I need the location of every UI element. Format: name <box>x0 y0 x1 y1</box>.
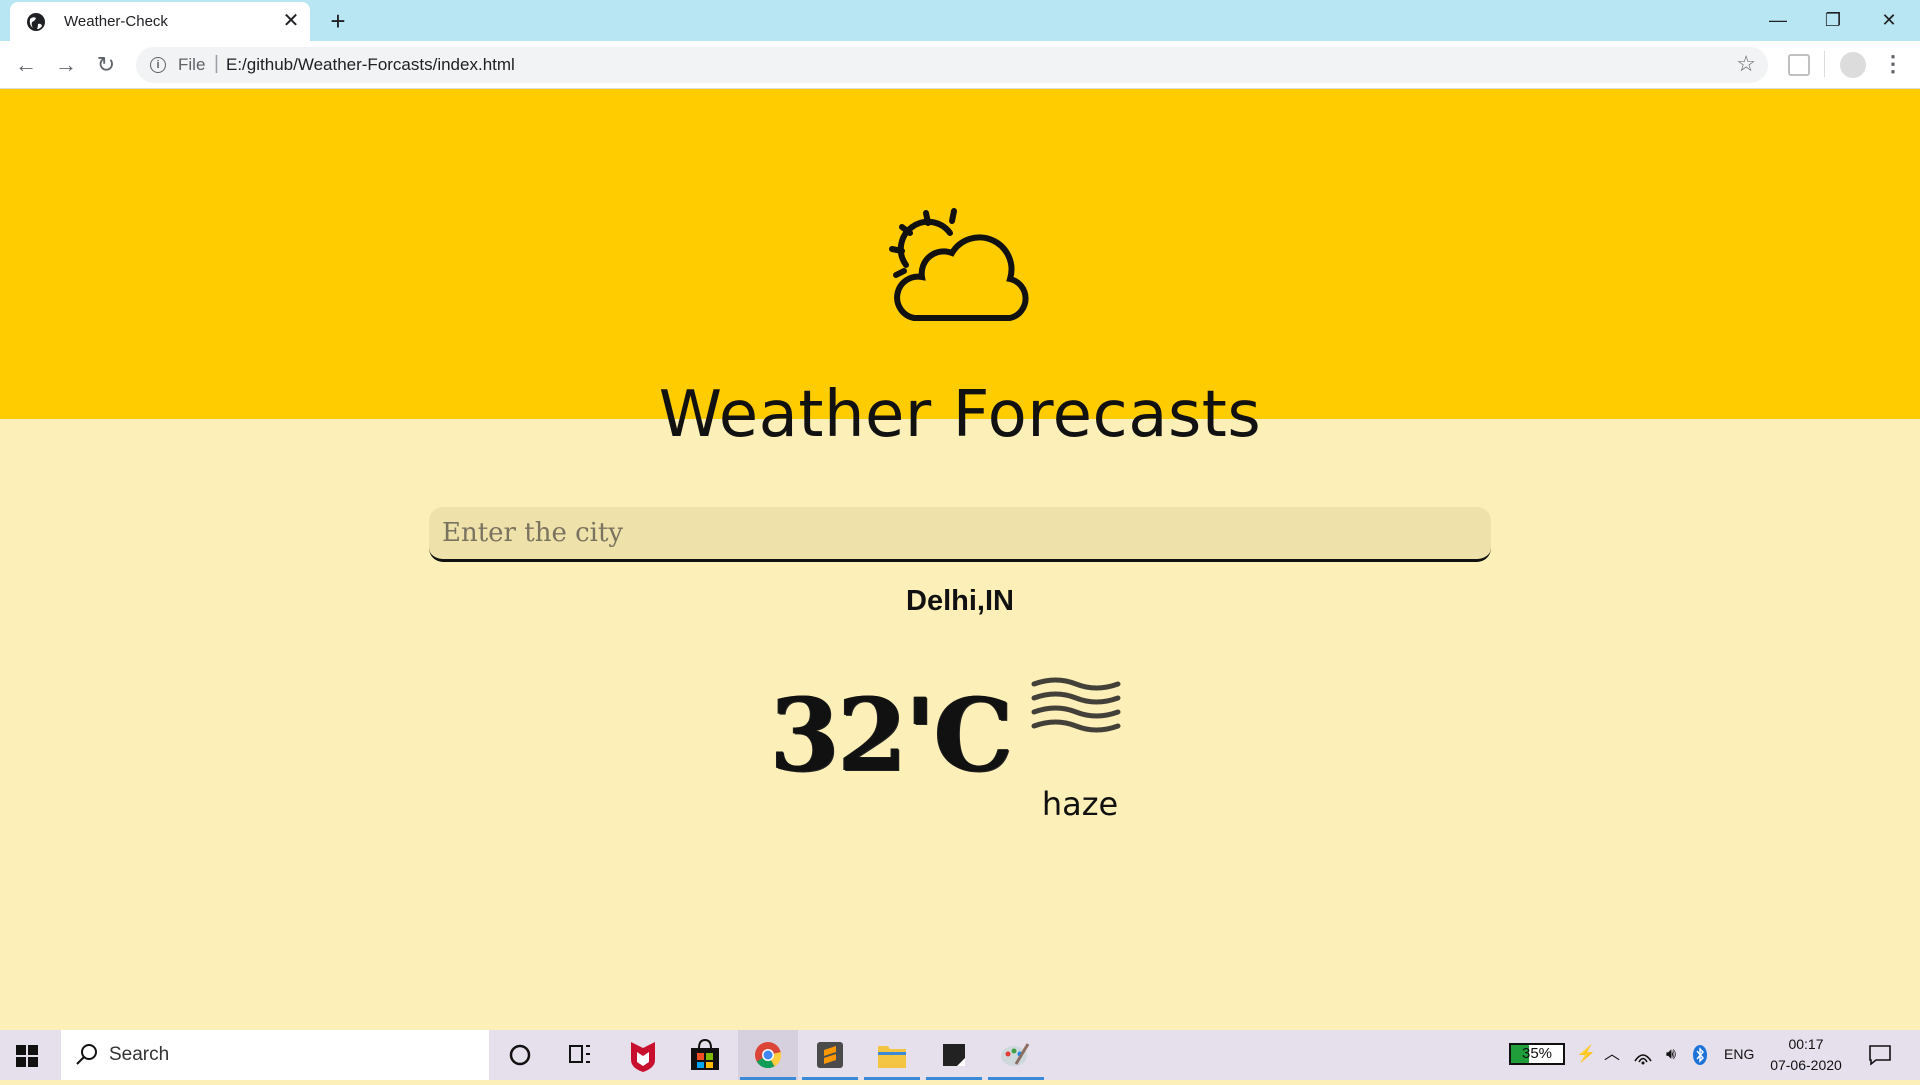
minimize-button[interactable]: — <box>1760 6 1796 34</box>
site-info-icon[interactable]: i <box>150 57 166 73</box>
sun-behind-cloud-icon <box>889 208 1029 321</box>
file-explorer-icon[interactable] <box>862 1030 922 1080</box>
weather-description: haze <box>1041 785 1119 823</box>
tab-title: Weather-Check <box>64 13 168 30</box>
page-title: Weather Forecasts <box>658 378 1262 452</box>
battery-percent-label: 35% <box>1521 1045 1553 1062</box>
wifi-icon[interactable] <box>1632 1044 1654 1066</box>
globe-icon <box>27 13 45 31</box>
action-center-icon[interactable] <box>1868 1044 1892 1066</box>
profile-avatar[interactable] <box>1840 52 1866 78</box>
address-scheme-label: File <box>178 55 206 74</box>
city-search-input[interactable] <box>429 507 1491 562</box>
chrome-icon[interactable] <box>738 1030 798 1080</box>
tab-close-icon[interactable]: ✕ <box>280 10 302 32</box>
haze-icon <box>1031 677 1121 733</box>
clock-date[interactable]: 07-06-2020 <box>1766 1057 1846 1073</box>
address-bar[interactable]: i File | E:/github/Weather-Forcasts/inde… <box>136 47 1768 83</box>
forward-button[interactable]: → <box>52 51 80 79</box>
address-url[interactable]: E:/github/Weather-Forcasts/index.html <box>226 55 515 75</box>
browser-toolbar: ← → ↻ i File | E:/github/Weather-Forcast… <box>0 41 1920 89</box>
back-button[interactable]: ← <box>12 51 40 79</box>
sublime-text-icon[interactable] <box>800 1030 860 1080</box>
address-separator: | <box>214 53 219 74</box>
volume-icon[interactable]: 🔊︎ <box>1660 1044 1682 1066</box>
taskbar-search-box[interactable]: Search <box>61 1030 489 1080</box>
sticky-notes-icon[interactable] <box>924 1030 984 1080</box>
browser-tab-strip: Weather-Check ✕ + — ❐ ✕ <box>0 0 1920 41</box>
battery-indicator[interactable]: 35% <box>1509 1043 1565 1065</box>
bookmark-star-icon[interactable]: ☆ <box>1736 51 1756 77</box>
browser-menu-icon[interactable]: ⋮ <box>1882 49 1904 79</box>
language-indicator[interactable]: ENG <box>1724 1046 1754 1062</box>
microsoft-store-icon[interactable] <box>675 1030 735 1080</box>
browser-tab[interactable]: Weather-Check ✕ <box>10 2 310 41</box>
temperature-value: 32'C <box>770 676 1013 794</box>
close-window-button[interactable]: ✕ <box>1871 6 1907 34</box>
search-icon <box>76 1044 97 1065</box>
paint-icon[interactable] <box>986 1030 1046 1080</box>
windows-start-icon[interactable] <box>16 1045 38 1067</box>
restore-button[interactable]: ❐ <box>1815 6 1851 34</box>
reload-button[interactable]: ↻ <box>92 51 120 79</box>
mcafee-icon[interactable] <box>613 1030 673 1080</box>
show-hidden-icons-chevron[interactable]: ︿ <box>1601 1044 1623 1066</box>
task-view-icon[interactable] <box>550 1030 610 1080</box>
new-tab-button[interactable]: + <box>324 7 352 35</box>
bluetooth-icon[interactable] <box>1689 1044 1711 1066</box>
taskbar: Search 35% ⚡ ︿ 🔊︎ ENG 00:17 07-06-2020 <box>0 1030 1920 1080</box>
city-name: Delhi,IN <box>906 585 1014 617</box>
extension-icon[interactable] <box>1788 54 1810 76</box>
clock-time[interactable]: 00:17 <box>1770 1036 1842 1052</box>
power-plug-icon: ⚡ <box>1576 1046 1596 1063</box>
cortana-icon[interactable] <box>490 1030 550 1080</box>
toolbar-divider <box>1824 51 1825 77</box>
taskbar-search-text: Search <box>109 1044 170 1065</box>
